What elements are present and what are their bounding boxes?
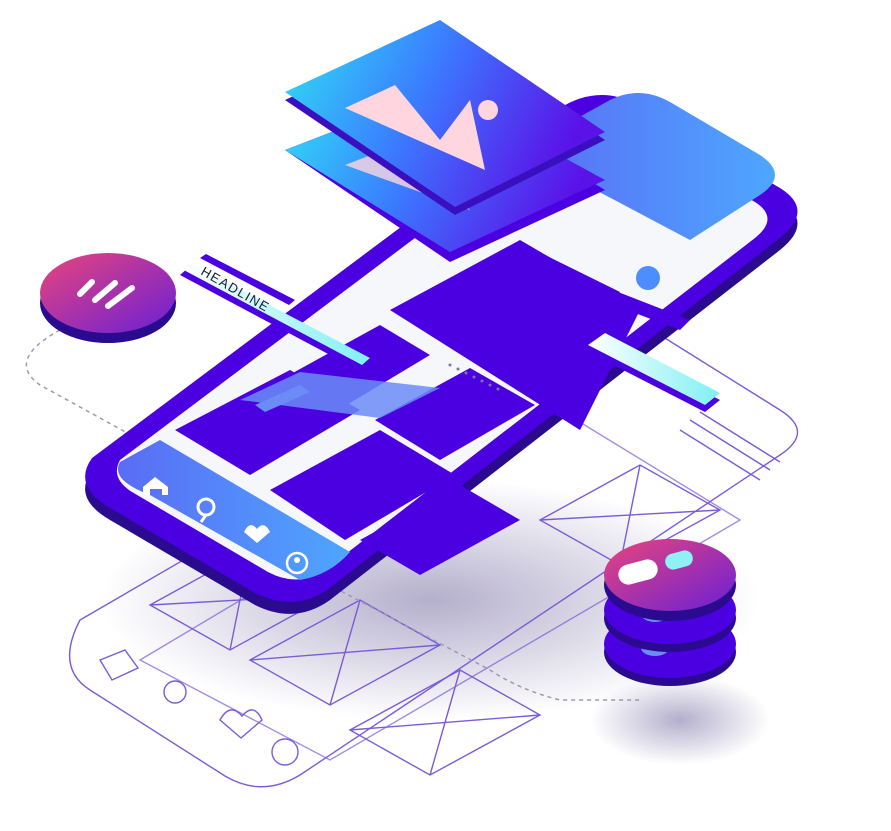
wire-heart-icon bbox=[219, 709, 263, 739]
menu-badge bbox=[40, 253, 176, 343]
avatar-dot bbox=[636, 266, 660, 290]
stack-shadow bbox=[590, 675, 770, 765]
connector-left bbox=[25, 329, 141, 441]
user-stack-badge bbox=[604, 539, 736, 686]
image-sun-icon bbox=[478, 100, 498, 120]
app-design-illustration: HEADLINE bbox=[25, 20, 798, 788]
wire-profile-icon bbox=[271, 738, 299, 766]
wire-search-icon bbox=[163, 680, 187, 704]
wire-home-icon bbox=[98, 649, 140, 681]
